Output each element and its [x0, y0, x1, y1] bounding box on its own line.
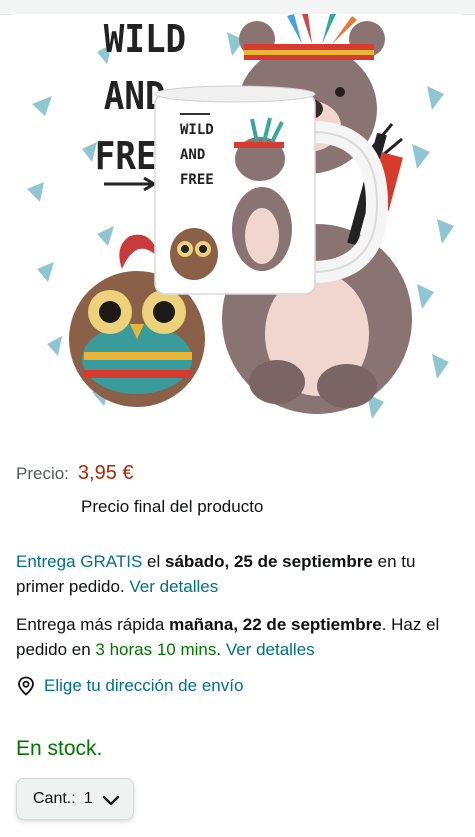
- delivery-text-el: el: [147, 552, 161, 571]
- stock-status: En stock.: [16, 737, 103, 760]
- price-value: 3,95 €: [77, 462, 134, 484]
- price-label: Precio:: [16, 464, 69, 483]
- svg-text:WILD: WILD: [104, 16, 186, 61]
- quantity-value: 1: [83, 790, 93, 807]
- svg-text:FRE: FRE: [95, 133, 157, 178]
- fast-delivery-date: mañana, 22 de septiembre: [169, 615, 382, 634]
- free-delivery-message: Entrega GRATIS el sábado, 25 de septiemb…: [16, 549, 461, 599]
- quantity-label: Cant.:: [33, 790, 76, 807]
- chevron-down-icon: [102, 795, 120, 806]
- delivery-date: sábado, 25 de septiembre: [165, 552, 373, 571]
- order-countdown: 3 horas 10 mins: [95, 640, 217, 659]
- price-row: Precio: 3,95 €: [16, 462, 134, 486]
- delivery-details-link[interactable]: Ver detalles: [129, 577, 218, 596]
- top-bar: [0, 0, 475, 15]
- quantity-dropdown[interactable]: Cant.: 1: [16, 778, 134, 820]
- svg-text:WILD: WILD: [180, 122, 214, 138]
- fast-delivery-message: Entrega más rápida mañana, 22 de septiem…: [16, 615, 440, 659]
- final-price-note: Precio final del producto: [81, 497, 264, 516]
- svg-text:FREE: FREE: [180, 172, 214, 188]
- choose-address-link[interactable]: Elige tu dirección de envío: [16, 676, 243, 696]
- choose-address-label: Elige tu dirección de envío: [44, 676, 244, 695]
- location-pin-icon: [18, 676, 34, 696]
- product-image[interactable]: WILD AND FRE WILD AND FREE: [12, 14, 463, 425]
- fast-delivery-intro: Entrega más rápida: [16, 615, 165, 634]
- free-delivery-link[interactable]: Entrega GRATIS: [16, 552, 142, 571]
- fast-delivery-details-link[interactable]: Ver detalles: [226, 640, 315, 659]
- svg-text:AND: AND: [180, 147, 205, 163]
